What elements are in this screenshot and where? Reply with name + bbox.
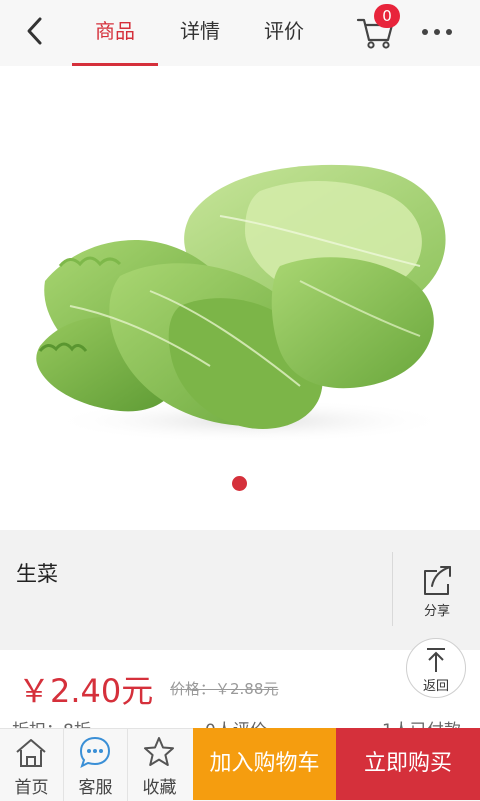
product-image-carousel[interactable]	[0, 66, 480, 530]
nav-favorites[interactable]: 收藏	[128, 729, 191, 801]
tab-goods[interactable]: 商品	[72, 0, 158, 66]
back-to-top-label: 返回	[422, 679, 449, 694]
product-name: 生菜	[16, 562, 58, 586]
nav-home[interactable]: 首页	[0, 729, 63, 801]
share-icon	[424, 566, 451, 595]
product-name-section	[0, 530, 480, 650]
nav-favorites-label: 收藏	[142, 778, 177, 798]
top-bar: 商品 详情 评价 0	[0, 0, 480, 66]
tab-details[interactable]: 详情	[158, 0, 242, 66]
chat-icon	[79, 736, 111, 768]
home-icon	[16, 739, 46, 767]
cart-count-badge: 0	[374, 4, 400, 28]
nav-customer-service[interactable]: 客服	[64, 729, 127, 801]
star-icon	[144, 737, 174, 766]
divider	[392, 552, 393, 626]
original-price: 价格：￥2.88元	[170, 680, 279, 698]
tab-reviews[interactable]: 评价	[242, 0, 326, 66]
add-to-cart-button[interactable]: 加入购物车	[193, 728, 336, 800]
current-price: ￥2.40元	[18, 672, 154, 710]
lettuce-image	[36, 164, 450, 443]
arrow-up-icon	[427, 648, 445, 672]
back-arrow-icon[interactable]	[20, 13, 52, 49]
buy-now-button[interactable]: 立即购买	[336, 728, 480, 800]
share-button[interactable]: 分享	[410, 560, 464, 624]
back-to-top-button[interactable]: 返回	[406, 638, 466, 698]
nav-customer-service-label: 客服	[78, 778, 113, 798]
share-label: 分享	[423, 604, 450, 619]
more-options-icon[interactable]	[420, 22, 454, 42]
carousel-indicator-dot[interactable]	[232, 476, 247, 491]
nav-home-label: 首页	[14, 778, 49, 798]
